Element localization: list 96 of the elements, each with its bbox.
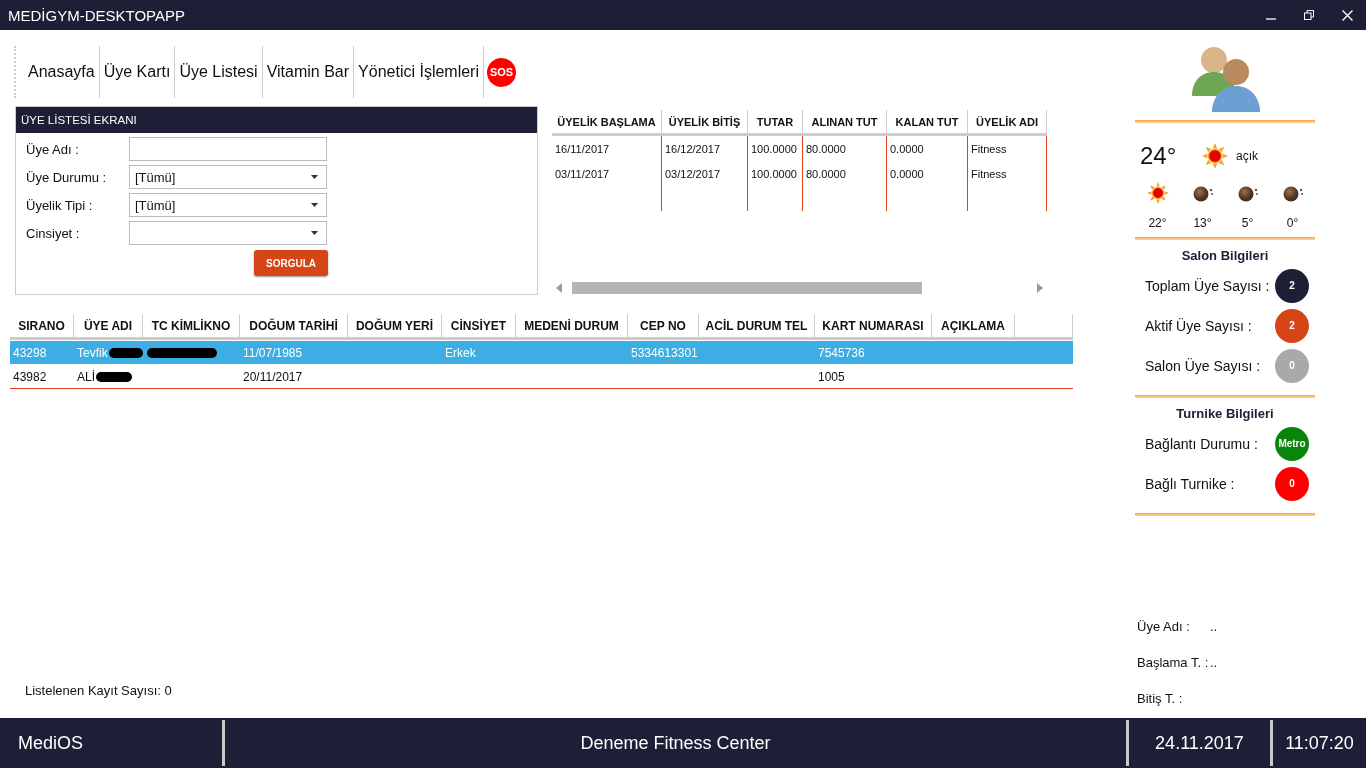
table-cell: 43298 (13, 345, 47, 360)
forecast-temperature: 5° (1241, 216, 1254, 230)
weather-condition: açık (1236, 149, 1258, 163)
gym-name: Deneme Fitness Center (579, 731, 772, 755)
table-cell: Fitness (971, 142, 1007, 155)
info-label: Başlama T. : (1137, 654, 1210, 670)
scroll-left-icon[interactable] (556, 283, 562, 293)
temperature: 24° (1140, 142, 1178, 170)
dropdown[interactable]: [Tümü] (129, 165, 327, 189)
panel-header: ÜYE LİSTESİ EKRANI (16, 107, 537, 133)
sos-button[interactable]: SOS (487, 57, 516, 87)
column-header: TC KİMLİKNO (143, 314, 240, 337)
column-header: CİNSİYET (442, 314, 516, 337)
table-cell: 0.0000 (890, 167, 924, 180)
scroll-thumb[interactable] (572, 282, 922, 294)
table-cell: 11/07/1985 (243, 345, 303, 360)
table-cell: Fitness (971, 167, 1007, 180)
table-cell: 03/11/2017 (555, 167, 610, 180)
dropdown[interactable]: [Tümü] (129, 193, 327, 217)
nav-tab[interactable]: Vitamin Bar (262, 46, 355, 98)
nav-tab[interactable]: Anasayfa (24, 46, 100, 98)
table-cell: 20/11/2017 (243, 369, 303, 384)
table-cell: 1005 (818, 369, 845, 384)
column-header: ACİL DURUM TEL (699, 314, 815, 337)
caret-icon (311, 203, 318, 207)
record-count: Listelenen Kayıt Sayısı: 0 (25, 683, 173, 698)
stat-label: Aktif Üye Sayısı : (1145, 317, 1252, 334)
app-name: MediOS (17, 731, 85, 755)
table-cell: 5334613301 (631, 345, 698, 360)
section-title: Turnike Bilgileri (1175, 406, 1275, 421)
window-title: MEDİGYM-DESKTOPAPP (7, 6, 186, 24)
table-cell: 03/12/2017 (665, 167, 721, 180)
info-label: Bitiş T. : (1137, 690, 1184, 706)
dark-orb-icon (1281, 184, 1304, 202)
column-header: AÇIKLAMA (932, 314, 1015, 337)
column-header: ALINAN TUT (803, 110, 887, 133)
stat-label: Bağlantı Durumu : (1145, 435, 1258, 452)
column-header: ÜYELİK BAŞLAMA (552, 110, 662, 133)
column-header: DOĞUM TARİHİ (240, 314, 348, 337)
clock: 11:07:20 (1284, 731, 1355, 755)
input-field[interactable] (129, 137, 327, 161)
forecast-temperature: 13° (1193, 216, 1212, 230)
stat-badge: 2 (1275, 308, 1309, 343)
caret-icon (311, 175, 318, 179)
column-header: CEP NO (628, 314, 699, 337)
date: 24.11.2017 (1154, 731, 1245, 755)
column-header: KALAN TUT (887, 110, 968, 133)
column-header: DOĞUM YERİ (348, 314, 442, 337)
sun-icon (1146, 182, 1169, 204)
column-header: ÜYE ADI (74, 314, 143, 337)
column-header: ÜYELİK BİTİŞ (662, 110, 748, 133)
dark-orb-icon (1191, 184, 1214, 202)
stat-badge: Metro (1275, 426, 1309, 461)
table-cell: Tevfik (77, 345, 108, 360)
stat-badge: 2 (1275, 268, 1309, 303)
scroll-right-icon[interactable] (1037, 283, 1043, 293)
table-row[interactable]: 43982 ALİ 20/11/2017 1005 (10, 365, 1073, 389)
table-cell: 80.0000 (806, 142, 846, 155)
column-header: TUTAR (748, 110, 803, 133)
field-label: Üye Adı : (26, 141, 80, 157)
forecast-temperature: 0° (1286, 216, 1299, 230)
dropdown[interactable] (129, 221, 327, 245)
stat-label: Salon Üye Sayısı : (1145, 357, 1261, 374)
column-header: ÜYELİK ADI (968, 110, 1047, 133)
stat-badge: 0 (1275, 348, 1309, 383)
forecast-temperature: 22° (1148, 216, 1167, 230)
nav-tab[interactable]: Üye Kartı (99, 46, 176, 98)
section-title: Salon Bilgileri (1180, 248, 1270, 263)
sun-icon (1202, 143, 1228, 169)
table-cell: 43982 (13, 369, 47, 384)
column-header: KART NUMARASI (815, 314, 932, 337)
nav-tab[interactable]: Üye Listesi (175, 46, 263, 98)
field-label: Üye Durumu : (26, 169, 108, 185)
field-label: Cinsiyet : (26, 225, 81, 241)
table-cell: 80.0000 (806, 167, 846, 180)
info-label: Üye Adı : (1137, 618, 1191, 634)
nav-tab[interactable]: Yönetici İşlemleri (354, 46, 484, 98)
info-value: .. (1210, 618, 1218, 634)
table-cell: 100.0000 (751, 142, 797, 155)
stat-label: Toplam Üye Sayısı : (1145, 277, 1270, 294)
table-cell: 7545736 (818, 345, 865, 360)
info-value: .. (1210, 654, 1218, 670)
table-cell: 16/12/2017 (665, 142, 721, 155)
stat-label: Bağlı Turnike : (1145, 475, 1235, 492)
table-cell: Erkek (445, 345, 476, 360)
field-label: Üyelik Tipi : (26, 197, 94, 213)
stat-badge: 0 (1275, 466, 1309, 501)
column-header: SIRANO (10, 314, 74, 337)
caret-icon (311, 231, 318, 235)
table-cell: 16/11/2017 (555, 142, 610, 155)
table-cell: ALİ (77, 369, 95, 384)
table-cell: 100.0000 (751, 167, 797, 180)
dark-orb-icon (1236, 184, 1259, 202)
table-cell: 0.0000 (890, 142, 924, 155)
query-button[interactable]: SORGULA (254, 250, 328, 276)
column-header: MEDENİ DURUM (516, 314, 628, 337)
